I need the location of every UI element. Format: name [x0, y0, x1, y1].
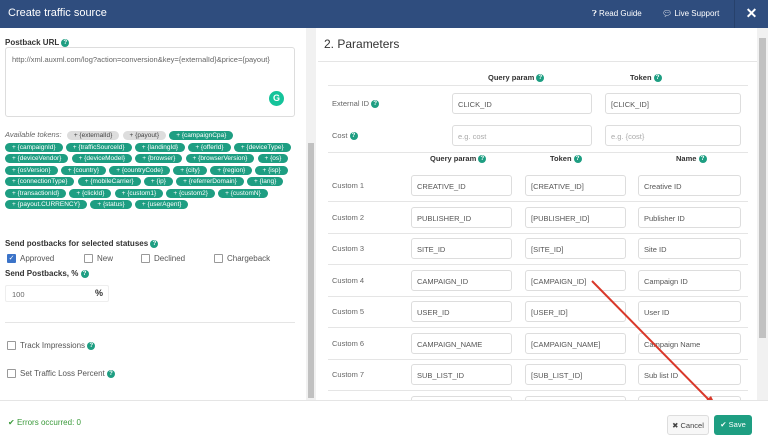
x-icon: ✖ — [672, 421, 679, 430]
cancel-button[interactable]: ✖ Cancel — [667, 415, 709, 435]
save-button[interactable]: ✔ Save — [714, 415, 752, 435]
check-icon: ✔ — [720, 420, 727, 429]
modal-footer: ✔ Errors occurred: 0 ✖ Cancel ✔ Save — [0, 400, 768, 444]
errors-status: ✔ Errors occurred: 0 — [8, 418, 81, 427]
annotation-arrow — [591, 280, 718, 410]
check-circle-icon: ✔ — [8, 418, 15, 427]
